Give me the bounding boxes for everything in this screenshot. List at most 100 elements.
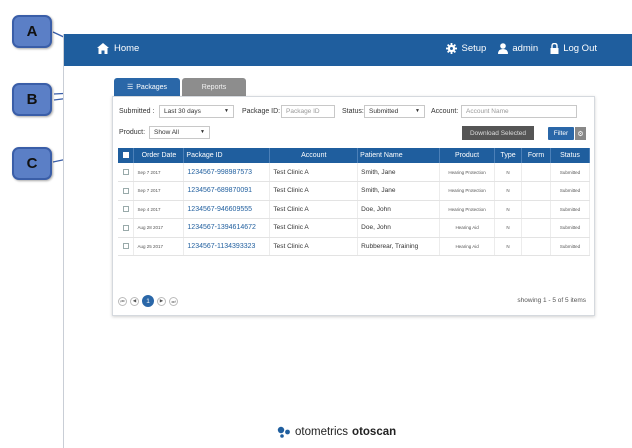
filter-settings-gear-icon[interactable]: ⚙ bbox=[575, 127, 586, 140]
product-cell: Hearing Protection bbox=[439, 200, 496, 219]
product-select[interactable]: Show All ▼ bbox=[149, 126, 210, 139]
row-checkbox[interactable] bbox=[122, 187, 129, 194]
account-placeholder: Account Name bbox=[466, 108, 509, 115]
col-product[interactable]: Product bbox=[439, 148, 496, 163]
product-filter-label: Product: bbox=[119, 129, 146, 136]
order-date-cell: Aug 25 2017 bbox=[133, 237, 185, 256]
setup-link[interactable]: Setup bbox=[446, 43, 486, 54]
package-id-link[interactable]: 1234567-1134393323 bbox=[183, 237, 271, 256]
product-cell: Hearing Aid bbox=[439, 218, 496, 238]
col-order-date[interactable]: Order Date bbox=[133, 148, 185, 163]
last-page-icon[interactable]: ⏭ bbox=[169, 296, 178, 306]
patient-name-cell: Smith, Jane bbox=[357, 181, 441, 201]
tab-reports[interactable]: Reports bbox=[182, 78, 246, 96]
package-id-link[interactable]: 1234567-1394614672 bbox=[183, 218, 271, 238]
status-select-value: Submitted bbox=[369, 108, 399, 115]
select-all-checkbox[interactable] bbox=[122, 152, 129, 159]
account-input[interactable]: Account Name bbox=[461, 105, 577, 118]
status-select[interactable]: Submitted ▼ bbox=[364, 105, 425, 118]
callout-c: C bbox=[12, 147, 52, 180]
callout-a: A bbox=[12, 15, 52, 48]
submitted-select-value: Last 30 days bbox=[164, 108, 201, 115]
top-right-menu: Setup admin Log Out bbox=[446, 43, 597, 54]
table-row[interactable]: Sep 7 2017 1234567-689870091 Test Clinic… bbox=[118, 181, 591, 201]
tab-packages[interactable]: ☰ Packages bbox=[114, 78, 180, 96]
order-date-cell: Sep 7 2017 bbox=[133, 181, 185, 201]
package-id-link[interactable]: 1234567-689870091 bbox=[183, 181, 271, 201]
col-account[interactable]: Account bbox=[269, 148, 359, 163]
filter-button[interactable]: Filter bbox=[548, 127, 574, 140]
brand-name: otometrics bbox=[295, 426, 349, 438]
download-selected-button[interactable]: Download Selected bbox=[462, 126, 534, 140]
package-id-link[interactable]: 1234567-998987573 bbox=[183, 163, 271, 182]
patient-name-cell: Doe, John bbox=[357, 218, 441, 238]
footer-brand: otometrics otoscan bbox=[277, 426, 396, 438]
account-cell: Test Clinic A bbox=[269, 163, 359, 182]
row-checkbox[interactable] bbox=[122, 206, 129, 213]
user-menu[interactable]: admin bbox=[498, 43, 538, 54]
col-status[interactable]: Status bbox=[550, 148, 591, 163]
table-row[interactable]: Aug 28 2017 1234567-1394614672 Test Clin… bbox=[118, 218, 591, 238]
row-checkbox[interactable] bbox=[122, 168, 129, 175]
logout-link[interactable]: Log Out bbox=[550, 43, 597, 54]
package-id-link[interactable]: 1234567-946609555 bbox=[183, 200, 271, 219]
user-label: admin bbox=[512, 43, 539, 54]
row-checkbox-cell[interactable] bbox=[118, 181, 135, 201]
product-name: otoscan bbox=[352, 426, 397, 438]
lock-icon bbox=[550, 43, 559, 54]
row-checkbox[interactable] bbox=[122, 243, 129, 250]
status-cell: Submitted bbox=[550, 218, 591, 238]
otometrics-logo-icon bbox=[277, 426, 290, 438]
col-type[interactable]: Type bbox=[494, 148, 523, 163]
tab-packages-label: Packages bbox=[136, 83, 168, 91]
product-cell: Hearing Protection bbox=[439, 163, 496, 182]
previous-page-icon[interactable]: ◀ bbox=[130, 296, 139, 306]
product-select-value: Show All bbox=[154, 129, 179, 136]
caret-down-icon: ▼ bbox=[200, 129, 205, 135]
col-package-id[interactable]: Package ID bbox=[183, 148, 271, 163]
package-id-input[interactable]: Package ID bbox=[281, 105, 335, 118]
home-link[interactable]: Home bbox=[97, 43, 139, 54]
form-cell bbox=[521, 218, 551, 238]
table-row[interactable]: Aug 25 2017 1234567-1134393323 Test Clin… bbox=[118, 237, 591, 256]
row-checkbox-cell[interactable] bbox=[118, 163, 135, 182]
status-filter-label: Status: bbox=[342, 108, 364, 115]
pagination: ⏮ ◀ 1 ▶ ⏭ bbox=[118, 295, 178, 307]
account-cell: Test Clinic A bbox=[269, 237, 359, 256]
tab-reports-label: Reports bbox=[201, 83, 227, 91]
pagination-summary: showing 1 - 5 of 5 items bbox=[517, 297, 586, 304]
account-cell: Test Clinic A bbox=[269, 181, 359, 201]
tab-bar: ☰ Packages Reports bbox=[114, 78, 246, 96]
table-row[interactable]: Sep 4 2017 1234567-946609555 Test Clinic… bbox=[118, 200, 591, 219]
first-page-icon[interactable]: ⏮ bbox=[118, 296, 127, 306]
caret-down-icon: ▼ bbox=[415, 108, 420, 114]
packages-panel: Submitted : Last 30 days ▼ Package ID: P… bbox=[112, 96, 595, 316]
screenshot-stage: A B C Home Setup admin Log Out ☰ Package… bbox=[0, 0, 632, 448]
order-date-cell: Aug 28 2017 bbox=[133, 218, 185, 238]
col-patient-name[interactable]: Patient Name bbox=[357, 148, 441, 163]
form-cell bbox=[521, 181, 551, 201]
type-cell: N bbox=[494, 218, 523, 238]
callout-b: B bbox=[12, 83, 52, 116]
gear-icon bbox=[446, 43, 458, 54]
status-cell: Submitted bbox=[550, 237, 591, 256]
table-row[interactable]: Sep 7 2017 1234567-998987573 Test Clinic… bbox=[118, 163, 591, 182]
status-cell: Submitted bbox=[550, 163, 591, 182]
patient-name-cell: Doe, John bbox=[357, 200, 441, 219]
row-checkbox-cell[interactable] bbox=[118, 237, 135, 256]
col-form[interactable]: Form bbox=[521, 148, 551, 163]
type-cell: N bbox=[494, 237, 523, 256]
form-cell bbox=[521, 237, 551, 256]
row-checkbox-cell[interactable] bbox=[118, 200, 135, 219]
logout-label: Log Out bbox=[563, 43, 597, 54]
next-page-icon[interactable]: ▶ bbox=[157, 296, 166, 306]
page-number-current[interactable]: 1 bbox=[142, 295, 154, 307]
submitted-select[interactable]: Last 30 days ▼ bbox=[159, 105, 234, 118]
row-checkbox-cell[interactable] bbox=[118, 218, 135, 238]
row-checkbox[interactable] bbox=[122, 224, 129, 231]
product-cell: Hearing Protection bbox=[439, 181, 496, 201]
type-cell: N bbox=[494, 200, 523, 219]
select-all-checkbox-cell[interactable] bbox=[118, 148, 135, 163]
packages-table: Order Date Package ID Account Patient Na… bbox=[118, 148, 591, 256]
app-window: Home Setup admin Log Out ☰ Packages Repo… bbox=[63, 34, 632, 448]
